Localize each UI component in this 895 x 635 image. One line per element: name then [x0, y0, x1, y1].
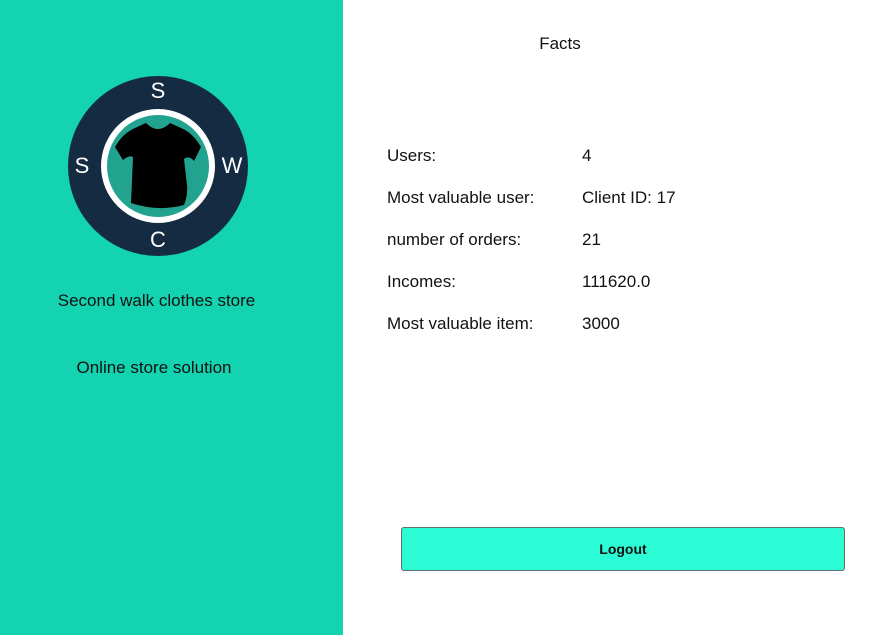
store-tagline: Online store solution [76, 358, 232, 377]
fact-value: 3000 [582, 314, 620, 333]
fact-value: 111620.0 [582, 272, 651, 291]
fact-label: number of orders: [387, 230, 522, 249]
store-name: Second walk clothes store [57, 291, 256, 310]
fact-value: 4 [582, 146, 592, 165]
fact-row-incomes: Incomes: 111620.0 [387, 272, 847, 294]
logo-letter-left: S [75, 153, 90, 178]
logo-letter-bottom: C [150, 227, 166, 252]
fact-label: Most valuable item: [387, 314, 534, 333]
page-title: Facts [539, 34, 581, 53]
app-window: S S W C Second walk clothes store Online… [0, 0, 895, 635]
facts-panel: Facts Users: 4 Most valuable user: Clien… [343, 0, 895, 635]
logout-button[interactable]: Logout [401, 527, 845, 571]
store-logo: S S W C [67, 75, 249, 257]
fact-row-most-valuable-user: Most valuable user: Client ID: 17 [387, 188, 847, 210]
fact-value: 21 [582, 230, 601, 249]
fact-row-users: Users: 4 [387, 146, 847, 168]
logo-letter-top: S [151, 78, 166, 103]
logo-letter-right: W [222, 153, 243, 178]
fact-row-most-valuable-item: Most valuable item: 3000 [387, 314, 847, 336]
sidebar: S S W C Second walk clothes store Online… [0, 0, 343, 635]
logo-graphic: S S W C [68, 76, 248, 256]
fact-row-number-of-orders: number of orders: 21 [387, 230, 847, 252]
fact-label: Most valuable user: [387, 188, 535, 207]
fact-value: Client ID: 17 [582, 188, 676, 207]
fact-label: Incomes: [387, 272, 456, 291]
fact-label: Users: [387, 146, 437, 165]
